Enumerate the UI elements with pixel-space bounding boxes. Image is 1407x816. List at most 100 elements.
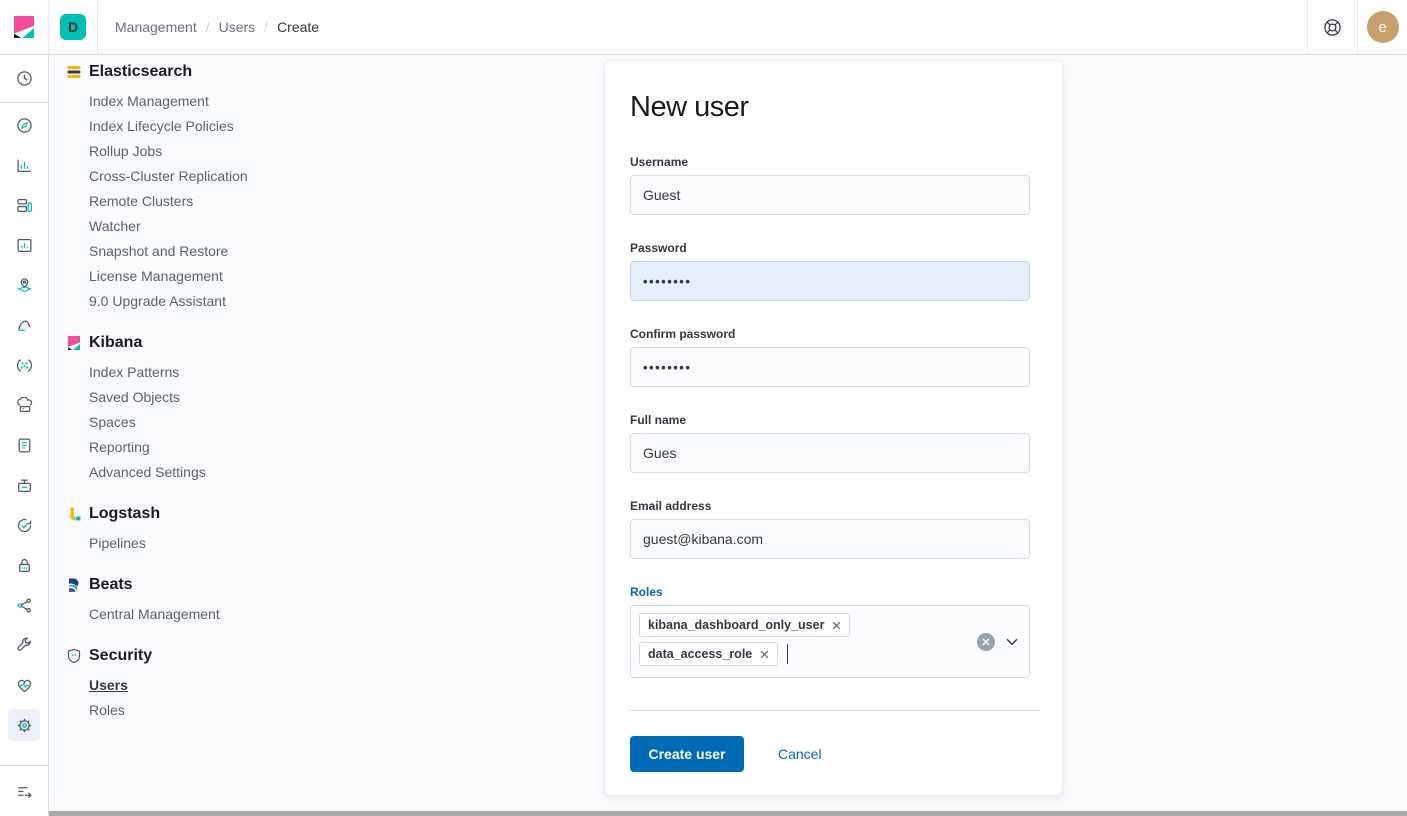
chevron-down-icon[interactable] [1006, 638, 1018, 646]
infrastructure-icon[interactable] [8, 389, 40, 421]
section-beats: Beats Central Management [66, 576, 346, 626]
password-label: Password [630, 241, 1030, 255]
breadcrumb-separator: / [264, 19, 268, 35]
discover-icon[interactable] [8, 109, 40, 141]
user-menu-button[interactable]: e [1357, 0, 1407, 54]
sidebar-item-cross-cluster-replication[interactable]: Cross-Cluster Replication [66, 163, 346, 188]
recently-viewed-section [0, 55, 48, 103]
sidebar-item-watcher[interactable]: Watcher [66, 213, 346, 238]
sidebar-item-pipelines[interactable]: Pipelines [66, 530, 346, 555]
machine-learning-icon[interactable] [8, 309, 40, 341]
apm-icon[interactable] [8, 469, 40, 501]
form-actions: Create user Cancel [630, 736, 1038, 772]
cancel-button[interactable]: Cancel [778, 746, 822, 762]
help-button[interactable] [1307, 0, 1357, 54]
page-title: New user [630, 91, 1038, 124]
security-shield-icon [66, 648, 82, 664]
text-cursor [787, 644, 788, 664]
full-name-label: Full name [630, 413, 1030, 427]
sidebar-item-saved-objects[interactable]: Saved Objects [66, 384, 346, 409]
stack-monitoring-icon[interactable] [8, 669, 40, 701]
email-field[interactable] [630, 519, 1030, 559]
top-bar: D Management / Users / Create e [0, 0, 1407, 55]
section-title: Logstash [89, 505, 160, 523]
section-kibana: Kibana Index Patterns Saved Objects Spac… [66, 334, 346, 484]
visualize-icon[interactable] [8, 149, 40, 181]
siem-icon[interactable] [8, 549, 40, 581]
breadcrumb-create: Create [277, 19, 319, 35]
breadcrumb-users[interactable]: Users [219, 19, 256, 35]
roles-row: Roles kibana_dashboard_only_user data_ac… [630, 585, 1030, 678]
create-user-button[interactable]: Create user [630, 736, 744, 772]
app-icon-list [0, 103, 48, 741]
sidebar-item-users[interactable]: Users [66, 672, 346, 697]
sidebar-item-index-management[interactable]: Index Management [66, 88, 346, 113]
role-chip[interactable]: kibana_dashboard_only_user [639, 613, 850, 637]
kibana-logo [66, 335, 82, 351]
space-selector[interactable]: D [49, 0, 98, 54]
top-bar-actions: e [1307, 0, 1407, 54]
password-row: Password [630, 241, 1030, 301]
sidebar-item-spaces[interactable]: Spaces [66, 409, 346, 434]
rail-footer [0, 765, 48, 816]
kibana-logo-icon [11, 14, 37, 40]
remove-role-icon[interactable] [760, 650, 769, 659]
full-name-field[interactable] [630, 433, 1030, 473]
graph-icon[interactable] [8, 349, 40, 381]
elasticsearch-logo [66, 64, 82, 80]
roles-combobox[interactable]: kibana_dashboard_only_user data_access_r… [630, 605, 1030, 678]
section-elasticsearch: Elasticsearch Index Management Index Lif… [66, 63, 346, 313]
email-label: Email address [630, 499, 1030, 513]
canvas-icon[interactable] [8, 229, 40, 261]
dashboard-icon[interactable] [8, 189, 40, 221]
sidebar-item-index-lifecycle-policies[interactable]: Index Lifecycle Policies [66, 113, 346, 138]
username-label: Username [630, 155, 1030, 169]
confirm-password-label: Confirm password [630, 327, 1030, 341]
confirm-password-row: Confirm password [630, 327, 1030, 387]
sidebar-item-remote-clusters[interactable]: Remote Clusters [66, 188, 346, 213]
sidebar-item-central-management[interactable]: Central Management [66, 601, 346, 626]
management-icon[interactable] [8, 709, 40, 741]
breadcrumb: Management / Users / Create [115, 0, 319, 54]
beats-logo [66, 577, 82, 593]
sidebar-item-upgrade-assistant[interactable]: 9.0 Upgrade Assistant [66, 288, 346, 313]
full-name-row: Full name [630, 413, 1030, 473]
code-icon[interactable] [8, 589, 40, 621]
section-title: Kibana [89, 334, 142, 352]
role-chip[interactable]: data_access_role [639, 642, 778, 666]
sidebar-item-snapshot-and-restore[interactable]: Snapshot and Restore [66, 238, 346, 263]
email-row: Email address [630, 499, 1030, 559]
form-divider [630, 710, 1040, 711]
section-logstash: Logstash Pipelines [66, 505, 346, 555]
username-field[interactable] [630, 175, 1030, 215]
section-title: Beats [89, 576, 133, 594]
sidebar-item-index-patterns[interactable]: Index Patterns [66, 359, 346, 384]
sidebar-item-license-management[interactable]: License Management [66, 263, 346, 288]
recently-viewed-icon[interactable] [8, 63, 40, 95]
new-user-panel: New user Username Password Confirm passw… [604, 60, 1063, 796]
roles-label: Roles [630, 585, 1030, 599]
kibana-home-button[interactable] [0, 0, 49, 54]
role-chip-label: data_access_role [648, 647, 752, 661]
role-chip-label: kibana_dashboard_only_user [648, 618, 824, 632]
username-row: Username [630, 155, 1030, 215]
avatar: e [1367, 11, 1399, 43]
uptime-icon[interactable] [8, 509, 40, 541]
collapse-menu-icon[interactable] [8, 775, 40, 807]
confirm-password-field[interactable] [630, 347, 1030, 387]
clear-selection-icon[interactable] [977, 633, 995, 651]
logs-icon[interactable] [8, 429, 40, 461]
sidebar-item-reporting[interactable]: Reporting [66, 434, 346, 459]
maps-icon[interactable] [8, 269, 40, 301]
breadcrumb-management[interactable]: Management [115, 19, 197, 35]
sidebar-item-advanced-settings[interactable]: Advanced Settings [66, 459, 346, 484]
dev-tools-icon[interactable] [8, 629, 40, 661]
space-badge[interactable]: D [60, 14, 86, 40]
logstash-logo [66, 506, 82, 522]
password-field[interactable] [630, 261, 1030, 301]
sidebar-item-rollup-jobs[interactable]: Rollup Jobs [66, 138, 346, 163]
remove-role-icon[interactable] [832, 621, 841, 630]
management-sidenav: Elasticsearch Index Management Index Lif… [66, 63, 346, 743]
section-title: Elasticsearch [89, 63, 192, 81]
sidebar-item-roles[interactable]: Roles [66, 697, 346, 722]
